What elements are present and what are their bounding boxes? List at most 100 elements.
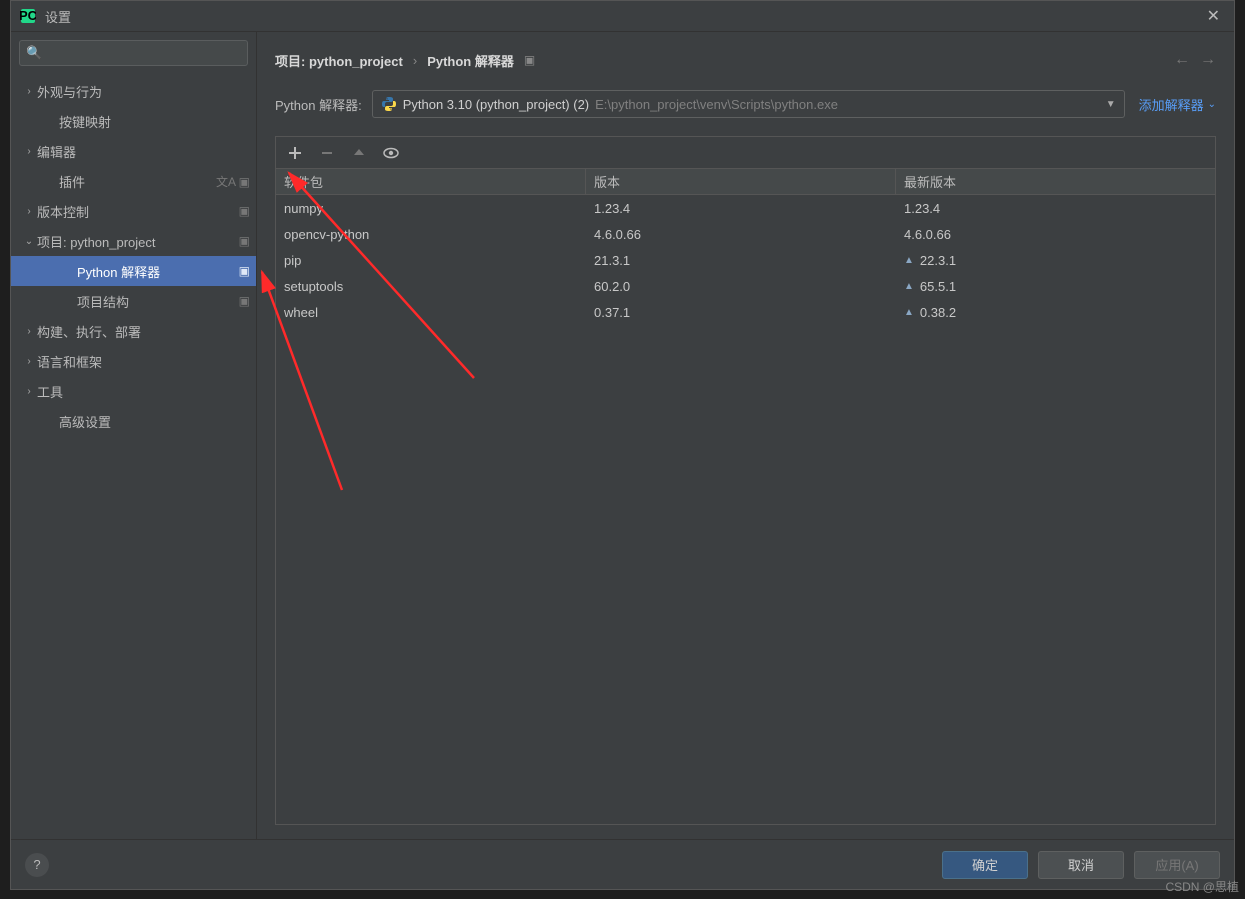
python-icon [381, 96, 397, 112]
interpreter-row: Python 解释器: Python 3.10 (python_project)… [275, 90, 1216, 118]
titlebar: PC 设置 ✕ [11, 1, 1234, 31]
app-logo-icon: PC [19, 7, 37, 25]
expand-icon: ⌄ [21, 236, 37, 247]
package-row[interactable]: pip21.3.1▲22.3.1 [276, 247, 1215, 273]
sidebar-item-label: 外观与行为 [37, 82, 250, 101]
sidebar-item-label: 插件 [59, 172, 212, 191]
settings-tree: ›外观与行为按键映射›编辑器插件文A ▣›版本控制▣⌄项目: python_pr… [11, 72, 256, 839]
breadcrumb-project[interactable]: 项目: python_project [275, 51, 403, 70]
scope-badge-icon: 文A ▣ [216, 173, 250, 190]
interpreter-select[interactable]: Python 3.10 (python_project) (2) E:\pyth… [372, 90, 1125, 118]
close-icon[interactable]: ✕ [1201, 6, 1226, 26]
sidebar-item-label: 工具 [37, 382, 250, 401]
col-latest-header[interactable]: 最新版本 [896, 169, 1215, 194]
nav-back-icon[interactable]: ← [1174, 51, 1190, 69]
sidebar-item-9[interactable]: ›语言和框架 [11, 346, 256, 376]
sidebar-item-8[interactable]: ›构建、执行、部署 [11, 316, 256, 346]
sidebar-item-label: 构建、执行、部署 [37, 322, 250, 341]
package-name: setuptools [276, 273, 586, 299]
sidebar-item-label: 版本控制 [37, 202, 235, 221]
package-row[interactable]: wheel0.37.1▲0.38.2 [276, 299, 1215, 325]
dropdown-icon: ▼ [1106, 99, 1116, 110]
package-name: wheel [276, 299, 586, 325]
package-version: 21.3.1 [586, 247, 896, 273]
breadcrumb-separator-icon: › [413, 53, 417, 68]
expand-icon: › [21, 146, 37, 157]
package-latest: ▲22.3.1 [896, 247, 1215, 273]
sidebar-item-3[interactable]: 插件文A ▣ [11, 166, 256, 196]
scope-badge-icon: ▣ [239, 204, 250, 218]
sidebar-item-label: Python 解释器 [77, 262, 235, 281]
sidebar-item-10[interactable]: ›工具 [11, 376, 256, 406]
interpreter-label: Python 解释器: [275, 95, 362, 114]
add-interpreter-link[interactable]: 添加解释器 ⌄ [1139, 95, 1216, 114]
ok-button[interactable]: 确定 [942, 851, 1028, 879]
search-input[interactable] [46, 46, 241, 61]
svg-text:PC: PC [20, 8, 36, 23]
package-latest: ▲0.38.2 [896, 299, 1215, 325]
package-row[interactable]: numpy1.23.41.23.4 [276, 195, 1215, 221]
package-name: numpy [276, 195, 586, 221]
sidebar-item-label: 高级设置 [59, 412, 250, 431]
sidebar-item-1[interactable]: 按键映射 [11, 106, 256, 136]
upgrade-available-icon: ▲ [904, 281, 914, 292]
package-name: pip [276, 247, 586, 273]
nav-forward-icon[interactable]: → [1200, 51, 1216, 69]
package-version: 4.6.0.66 [586, 221, 896, 247]
package-version: 0.37.1 [586, 299, 896, 325]
expand-icon: › [21, 206, 37, 217]
expand-icon: › [21, 356, 37, 367]
sidebar-item-5[interactable]: ⌄项目: python_project ▣ [11, 226, 256, 256]
dialog-footer: ? 确定 取消 应用(A) [11, 839, 1234, 889]
remove-package-button[interactable] [318, 144, 336, 162]
sidebar-item-6[interactable]: Python 解释器 ▣ [11, 256, 256, 286]
packages-toolbar [276, 137, 1215, 169]
package-row[interactable]: setuptools60.2.0▲65.5.1 [276, 273, 1215, 299]
packages-rows: numpy1.23.41.23.4opencv-python4.6.0.664.… [276, 195, 1215, 824]
sidebar-item-label: 语言和框架 [37, 352, 250, 371]
upgrade-package-button[interactable] [350, 144, 368, 162]
package-name: opencv-python [276, 221, 586, 247]
sidebar-item-4[interactable]: ›版本控制 ▣ [11, 196, 256, 226]
scope-badge-icon: ▣ [239, 294, 250, 308]
sidebar-item-2[interactable]: ›编辑器 [11, 136, 256, 166]
sidebar-item-label: 项目: python_project [37, 232, 235, 251]
package-latest: 4.6.0.66 [896, 221, 1215, 247]
interpreter-name: Python 3.10 (python_project) (2) [403, 97, 589, 112]
scope-badge-icon: ▣ [239, 234, 250, 248]
package-version: 60.2.0 [586, 273, 896, 299]
package-version: 1.23.4 [586, 195, 896, 221]
apply-button[interactable]: 应用(A) [1134, 851, 1220, 879]
sidebar-item-0[interactable]: ›外观与行为 [11, 76, 256, 106]
sidebar-item-label: 项目结构 [77, 292, 235, 311]
breadcrumb-page: Python 解释器 [427, 51, 514, 70]
packages-header: 软件包 版本 最新版本 [276, 169, 1215, 195]
settings-main: 项目: python_project › Python 解释器 ▣ ← → Py… [257, 32, 1234, 839]
upgrade-available-icon: ▲ [904, 307, 914, 318]
add-package-button[interactable] [286, 144, 304, 162]
sidebar-item-label: 编辑器 [37, 142, 250, 161]
expand-icon: › [21, 386, 37, 397]
help-button[interactable]: ? [25, 853, 49, 877]
search-icon: 🔍 [26, 45, 42, 61]
package-row[interactable]: opencv-python4.6.0.664.6.0.66 [276, 221, 1215, 247]
sidebar-item-label: 按键映射 [59, 112, 250, 131]
packages-panel: 软件包 版本 最新版本 numpy1.23.41.23.4opencv-pyth… [275, 136, 1216, 825]
settings-sidebar: 🔍 ›外观与行为按键映射›编辑器插件文A ▣›版本控制▣⌄项目: python_… [11, 32, 257, 839]
sidebar-item-7[interactable]: 项目结构 ▣ [11, 286, 256, 316]
expand-icon: › [21, 86, 37, 97]
expand-icon: › [21, 326, 37, 337]
sidebar-item-11[interactable]: 高级设置 [11, 406, 256, 436]
settings-search[interactable]: 🔍 [19, 40, 248, 66]
packages-table: 软件包 版本 最新版本 numpy1.23.41.23.4opencv-pyth… [276, 169, 1215, 824]
upgrade-available-icon: ▲ [904, 255, 914, 266]
breadcrumb: 项目: python_project › Python 解释器 ▣ ← → [275, 46, 1216, 74]
col-name-header[interactable]: 软件包 [276, 169, 586, 194]
dialog-title: 设置 [45, 7, 71, 26]
project-scope-icon: ▣ [524, 53, 535, 67]
cancel-button[interactable]: 取消 [1038, 851, 1124, 879]
scope-badge-icon: ▣ [239, 264, 250, 278]
col-version-header[interactable]: 版本 [586, 169, 896, 194]
chevron-down-icon: ⌄ [1208, 99, 1216, 110]
show-early-releases-button[interactable] [382, 144, 400, 162]
